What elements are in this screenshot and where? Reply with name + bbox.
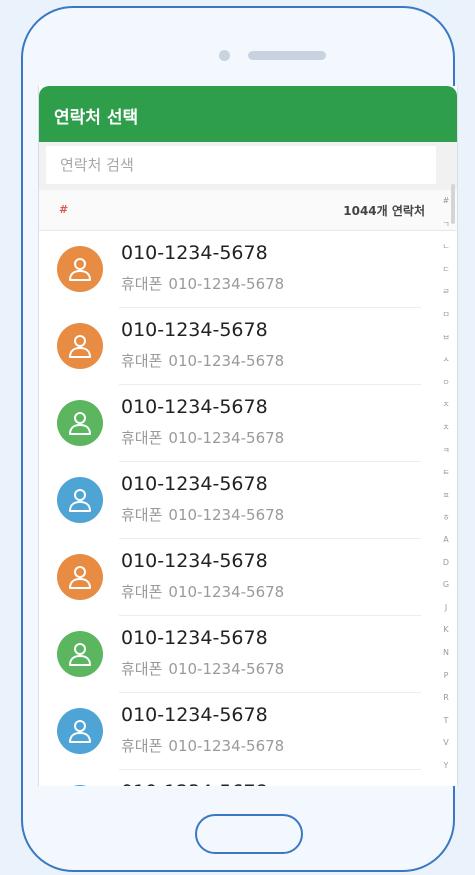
index-letter[interactable]: ㅂ xyxy=(438,332,454,343)
camera-dot xyxy=(219,50,230,61)
phone-type-label: 휴대폰 xyxy=(121,429,163,447)
avatar xyxy=(57,631,103,677)
contact-detail: 휴대폰 010-1234-5678 xyxy=(121,658,284,679)
index-letter[interactable]: ㅍ xyxy=(438,490,454,501)
search-input[interactable] xyxy=(46,146,436,184)
contact-name: 010-1234-5678 xyxy=(121,550,268,572)
phone-type-label: 휴대폰 xyxy=(121,583,163,601)
index-letter[interactable]: ㄴ xyxy=(438,241,454,252)
index-letter[interactable]: D xyxy=(438,558,454,567)
contact-detail: 휴대폰 010-1234-5678 xyxy=(121,350,284,371)
contact-list-item[interactable]: 010-1234-5678 휴대폰 010-1234-5678 xyxy=(39,231,439,308)
index-letter[interactable]: ㅈ xyxy=(438,399,454,410)
person-icon xyxy=(69,566,91,589)
phone-number: 010-1234-5678 xyxy=(168,429,285,447)
avatar xyxy=(57,708,103,754)
contact-list-item[interactable]: 010-1234-5678 휴대폰 010-1234-5678 xyxy=(39,693,439,770)
phone-number: 010-1234-5678 xyxy=(168,660,285,678)
phone-type-label: 휴대폰 xyxy=(121,660,163,678)
contact-list-item[interactable]: 010-1234-5678 휴대폰 010-1234-5678 xyxy=(39,308,439,385)
avatar xyxy=(57,246,103,292)
app-bar: 연락처 선택 xyxy=(39,86,457,142)
phone-number: 010-1234-5678 xyxy=(168,352,285,370)
alphabet-index-bar[interactable]: # ㄱㄴㄷㄹㅁㅂㅅㅇㅈㅊㅋㅌㅍㅎ A D G J K N P R T V Y xyxy=(438,196,454,786)
index-letter[interactable]: T xyxy=(438,716,454,725)
search-bar xyxy=(39,142,457,190)
app-screen: 연락처 선택 # 1044개 연락처 010-1234-5678 휴대폰010-… xyxy=(38,86,458,786)
contact-list-item[interactable]: 010-1234-5678 휴대폰 010-1234-5678 xyxy=(39,462,439,539)
index-letter[interactable]: N xyxy=(438,648,454,657)
index-letter[interactable]: A xyxy=(438,535,454,544)
contact-name: 010-1234-5678 xyxy=(121,704,268,726)
phone-number: 010-1234-5678 xyxy=(168,583,285,601)
contact-name: 010-1234-5678 xyxy=(121,242,268,264)
index-letter[interactable]: ㅁ xyxy=(438,309,454,320)
index-letter[interactable]: ㄷ xyxy=(438,264,454,275)
index-letter[interactable]: J xyxy=(438,603,454,612)
section-label: # xyxy=(59,203,69,216)
person-icon xyxy=(69,489,91,512)
phone-number: 010-1234-5678 xyxy=(168,506,285,524)
person-icon xyxy=(69,335,91,358)
contact-name: 010-1234-5678 xyxy=(121,781,268,786)
contact-name: 010-1234-5678 xyxy=(121,319,268,341)
contact-name: 010-1234-5678 xyxy=(121,396,268,418)
phone-type-label: 휴대폰 xyxy=(121,737,163,755)
contact-list-item[interactable]: 010-1234-5678 휴대폰010-1234-5678 xyxy=(39,770,439,786)
contact-name: 010-1234-5678 xyxy=(121,627,268,649)
contact-detail: 휴대폰 010-1234-5678 xyxy=(121,504,284,525)
contact-list: 010-1234-5678 휴대폰 010-1234-5678 010-1234-… xyxy=(39,231,439,786)
contact-list-item[interactable]: 010-1234-5678 휴대폰 010-1234-5678 xyxy=(39,539,439,616)
avatar xyxy=(57,400,103,446)
index-letter[interactable]: ㅇ xyxy=(438,377,454,388)
index-letter[interactable]: P xyxy=(438,671,454,680)
index-letter[interactable]: # xyxy=(438,196,454,205)
index-letter[interactable]: Y xyxy=(438,761,454,770)
index-letter[interactable]: ㅎ xyxy=(438,512,454,523)
index-letter[interactable]: R xyxy=(438,693,454,702)
avatar xyxy=(57,554,103,600)
phone-type-label: 휴대폰 xyxy=(121,352,163,370)
contact-detail: 휴대폰 010-1234-5678 xyxy=(121,427,284,448)
page-title: 연락처 선택 xyxy=(54,108,139,128)
contact-detail: 휴대폰 010-1234-5678 xyxy=(121,273,284,294)
index-letter[interactable]: ㅌ xyxy=(438,467,454,478)
phone-type-label: 휴대폰 xyxy=(121,506,163,524)
home-button[interactable] xyxy=(195,814,303,854)
avatar xyxy=(57,477,103,523)
person-icon xyxy=(69,720,91,743)
contact-name: 010-1234-5678 xyxy=(121,473,268,495)
index-letter[interactable]: ㅋ xyxy=(438,445,454,456)
contact-detail: 휴대폰 010-1234-5678 xyxy=(121,581,284,602)
list-header: # 1044개 연락처 xyxy=(39,190,457,231)
index-letter[interactable]: ㅅ xyxy=(438,354,454,365)
index-letter[interactable]: ㅊ xyxy=(438,422,454,433)
phone-number: 010-1234-5678 xyxy=(168,275,285,293)
index-letter[interactable]: V xyxy=(438,738,454,747)
phone-number: 010-1234-5678 xyxy=(168,737,285,755)
index-letter[interactable]: ㄱ xyxy=(438,219,454,230)
index-letter[interactable]: ㄹ xyxy=(438,286,454,297)
person-icon xyxy=(69,258,91,281)
contact-count: 1044개 연락처 xyxy=(343,204,425,218)
person-icon xyxy=(69,643,91,666)
avatar xyxy=(57,785,103,786)
contact-detail: 휴대폰 010-1234-5678 xyxy=(121,735,284,756)
person-icon xyxy=(69,412,91,435)
contact-list-item[interactable]: 010-1234-5678 휴대폰 010-1234-5678 xyxy=(39,616,439,693)
index-letter[interactable]: G xyxy=(438,580,454,589)
index-letter[interactable]: K xyxy=(438,625,454,634)
speaker-grille xyxy=(248,51,326,60)
phone-type-label: 휴대폰 xyxy=(121,275,163,293)
avatar xyxy=(57,323,103,369)
contact-list-item[interactable]: 010-1234-5678 휴대폰 010-1234-5678 xyxy=(39,385,439,462)
